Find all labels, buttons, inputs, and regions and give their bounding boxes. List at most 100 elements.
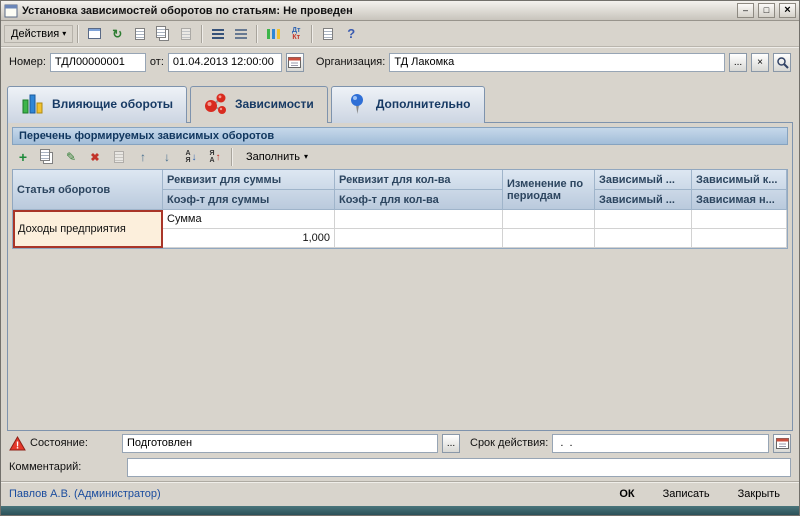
state-row: ! Состояние: ... Срок действия: (1, 431, 799, 455)
organization-label: Организация: (316, 56, 385, 68)
list-button[interactable] (207, 24, 229, 44)
column-header-qty-coef[interactable]: Коэф-т для кол-ва (335, 190, 503, 210)
help-button[interactable]: ? (340, 24, 362, 44)
list-icon (212, 29, 224, 39)
cell-empty[interactable] (503, 210, 595, 229)
calendar-icon (288, 56, 301, 68)
column-header-dependent-2[interactable]: Зависимый к... (692, 170, 787, 190)
validity-calendar-button[interactable] (773, 434, 791, 453)
tab-label: Дополнительно (376, 97, 471, 111)
list-settings-button[interactable] (230, 24, 252, 44)
cell-empty[interactable] (692, 229, 787, 248)
refresh-button[interactable]: ↻ (106, 24, 128, 44)
column-header-article[interactable]: Статья оборотов (13, 170, 163, 210)
add-copy-row-button[interactable] (36, 147, 58, 167)
report-button[interactable] (262, 24, 284, 44)
open-card-button[interactable] (83, 24, 105, 44)
cell-article-selected[interactable]: Доходы предприятия (13, 210, 163, 248)
calendar-icon (776, 437, 789, 449)
footer-bar: Павлов А.В. (Администратор) ОК Записать … (1, 481, 799, 506)
save-button[interactable]: Записать (652, 485, 721, 503)
organization-choose-button[interactable]: ... (729, 53, 747, 72)
window-icon (4, 4, 18, 18)
column-header-period-change[interactable]: Изменение по периодам (503, 170, 595, 210)
cell-empty[interactable] (503, 229, 595, 248)
close-button[interactable]: × (779, 3, 796, 18)
pushpin-icon (345, 92, 369, 116)
help-icon: ? (347, 26, 355, 41)
add-row-button[interactable]: + (12, 147, 34, 167)
document-window: Установка зависимостей оборотов по стать… (0, 0, 800, 516)
number-label: Номер: (9, 56, 46, 68)
comment-input[interactable] (127, 458, 791, 477)
ellipsis-icon: ... (447, 438, 455, 449)
date-calendar-button[interactable] (286, 53, 304, 72)
move-down-button[interactable]: ↓ (156, 147, 178, 167)
comment-row: Комментарий: (1, 455, 799, 479)
molecule-icon (204, 92, 228, 116)
maximize-button[interactable]: □ (758, 3, 775, 18)
organization-input[interactable] (389, 53, 725, 72)
cell-sum-requisite[interactable]: Сумма (163, 210, 335, 229)
edit-row-button[interactable]: ✎ (60, 147, 82, 167)
state-label: Состояние: (30, 437, 118, 449)
pencil-icon: ✎ (66, 150, 76, 164)
column-header-sum-requisite[interactable]: Реквизит для суммы (163, 170, 335, 190)
date-input[interactable] (168, 53, 282, 72)
toolbar-separator (311, 25, 313, 43)
clear-icon: × (757, 57, 763, 68)
toolbar-separator (231, 148, 233, 166)
dropdown-arrow-icon: ▾ (62, 30, 66, 38)
fill-label: Заполнить (246, 151, 300, 163)
dtkt-button[interactable]: Дт Кт (285, 24, 307, 44)
copy-document-button[interactable] (152, 24, 174, 44)
sort-descending-button[interactable]: ЯА ↑ (204, 147, 226, 167)
organization-clear-button[interactable]: × (751, 53, 769, 72)
sort-ascending-button[interactable]: АЯ ↓ (180, 147, 202, 167)
arrow-down-icon: ↓ (164, 150, 170, 164)
column-header-qty-requisite[interactable]: Реквизит для кол-ва (335, 170, 503, 190)
cell-empty[interactable] (595, 210, 692, 229)
column-header-dependent-1[interactable]: Зависимый ... (595, 170, 692, 190)
state-input[interactable] (122, 434, 438, 453)
end-edit-button[interactable] (108, 147, 130, 167)
column-header-dependent-4[interactable]: Зависимая н... (692, 190, 787, 210)
organization-open-button[interactable] (773, 53, 791, 72)
tab-influencing-turnovers[interactable]: Влияющие обороты (7, 86, 187, 123)
cell-empty[interactable] (692, 210, 787, 229)
table-header: Статья оборотов Реквизит для суммы Рекви… (12, 169, 788, 210)
minimize-button[interactable]: – (737, 3, 754, 18)
move-up-button[interactable]: ↑ (132, 147, 154, 167)
validity-input[interactable] (552, 434, 769, 453)
close-form-button[interactable]: Закрыть (727, 485, 791, 503)
sort-ascending-icon: АЯ ↓ (185, 150, 196, 164)
post-document-button[interactable] (129, 24, 151, 44)
column-header-sum-coef[interactable]: Коэф-т для суммы (163, 190, 335, 210)
cell-empty[interactable] (595, 229, 692, 248)
number-input[interactable] (50, 53, 146, 72)
state-choose-button[interactable]: ... (442, 434, 460, 453)
fill-button[interactable]: Заполнить ▾ (238, 148, 316, 166)
title-bar: Установка зависимостей оборотов по стать… (1, 1, 799, 21)
sort-descending-icon: ЯА ↑ (209, 150, 220, 164)
user-link[interactable]: Павлов А.В. (Администратор) (9, 488, 602, 500)
table-body: Доходы предприятия Сумма 1,000 (12, 210, 788, 249)
cell-sum-coef[interactable]: 1,000 (163, 229, 335, 248)
magnifier-icon (776, 56, 789, 69)
report-chart-icon (267, 29, 270, 39)
journal-icon (323, 28, 333, 40)
table-title-bar: Перечень формируемых зависимых оборотов (12, 127, 788, 145)
ellipsis-icon: ... (734, 57, 742, 68)
column-header-dependent-3[interactable]: Зависимый ... (595, 190, 692, 210)
delete-row-button[interactable]: ✖ (84, 147, 106, 167)
validity-label: Срок действия: (470, 437, 548, 449)
journal-button[interactable] (317, 24, 339, 44)
ok-button[interactable]: ОК (608, 485, 645, 503)
cell-empty[interactable] (335, 210, 503, 229)
print-button[interactable] (175, 24, 197, 44)
cell-empty[interactable] (335, 229, 503, 248)
tab-dependencies[interactable]: Зависимости (190, 86, 328, 123)
tab-additional[interactable]: Дополнительно (331, 86, 485, 123)
document-header-row: Номер: от: Организация: ... × (1, 47, 799, 77)
actions-menu-button[interactable]: Действия ▾ (4, 25, 73, 43)
